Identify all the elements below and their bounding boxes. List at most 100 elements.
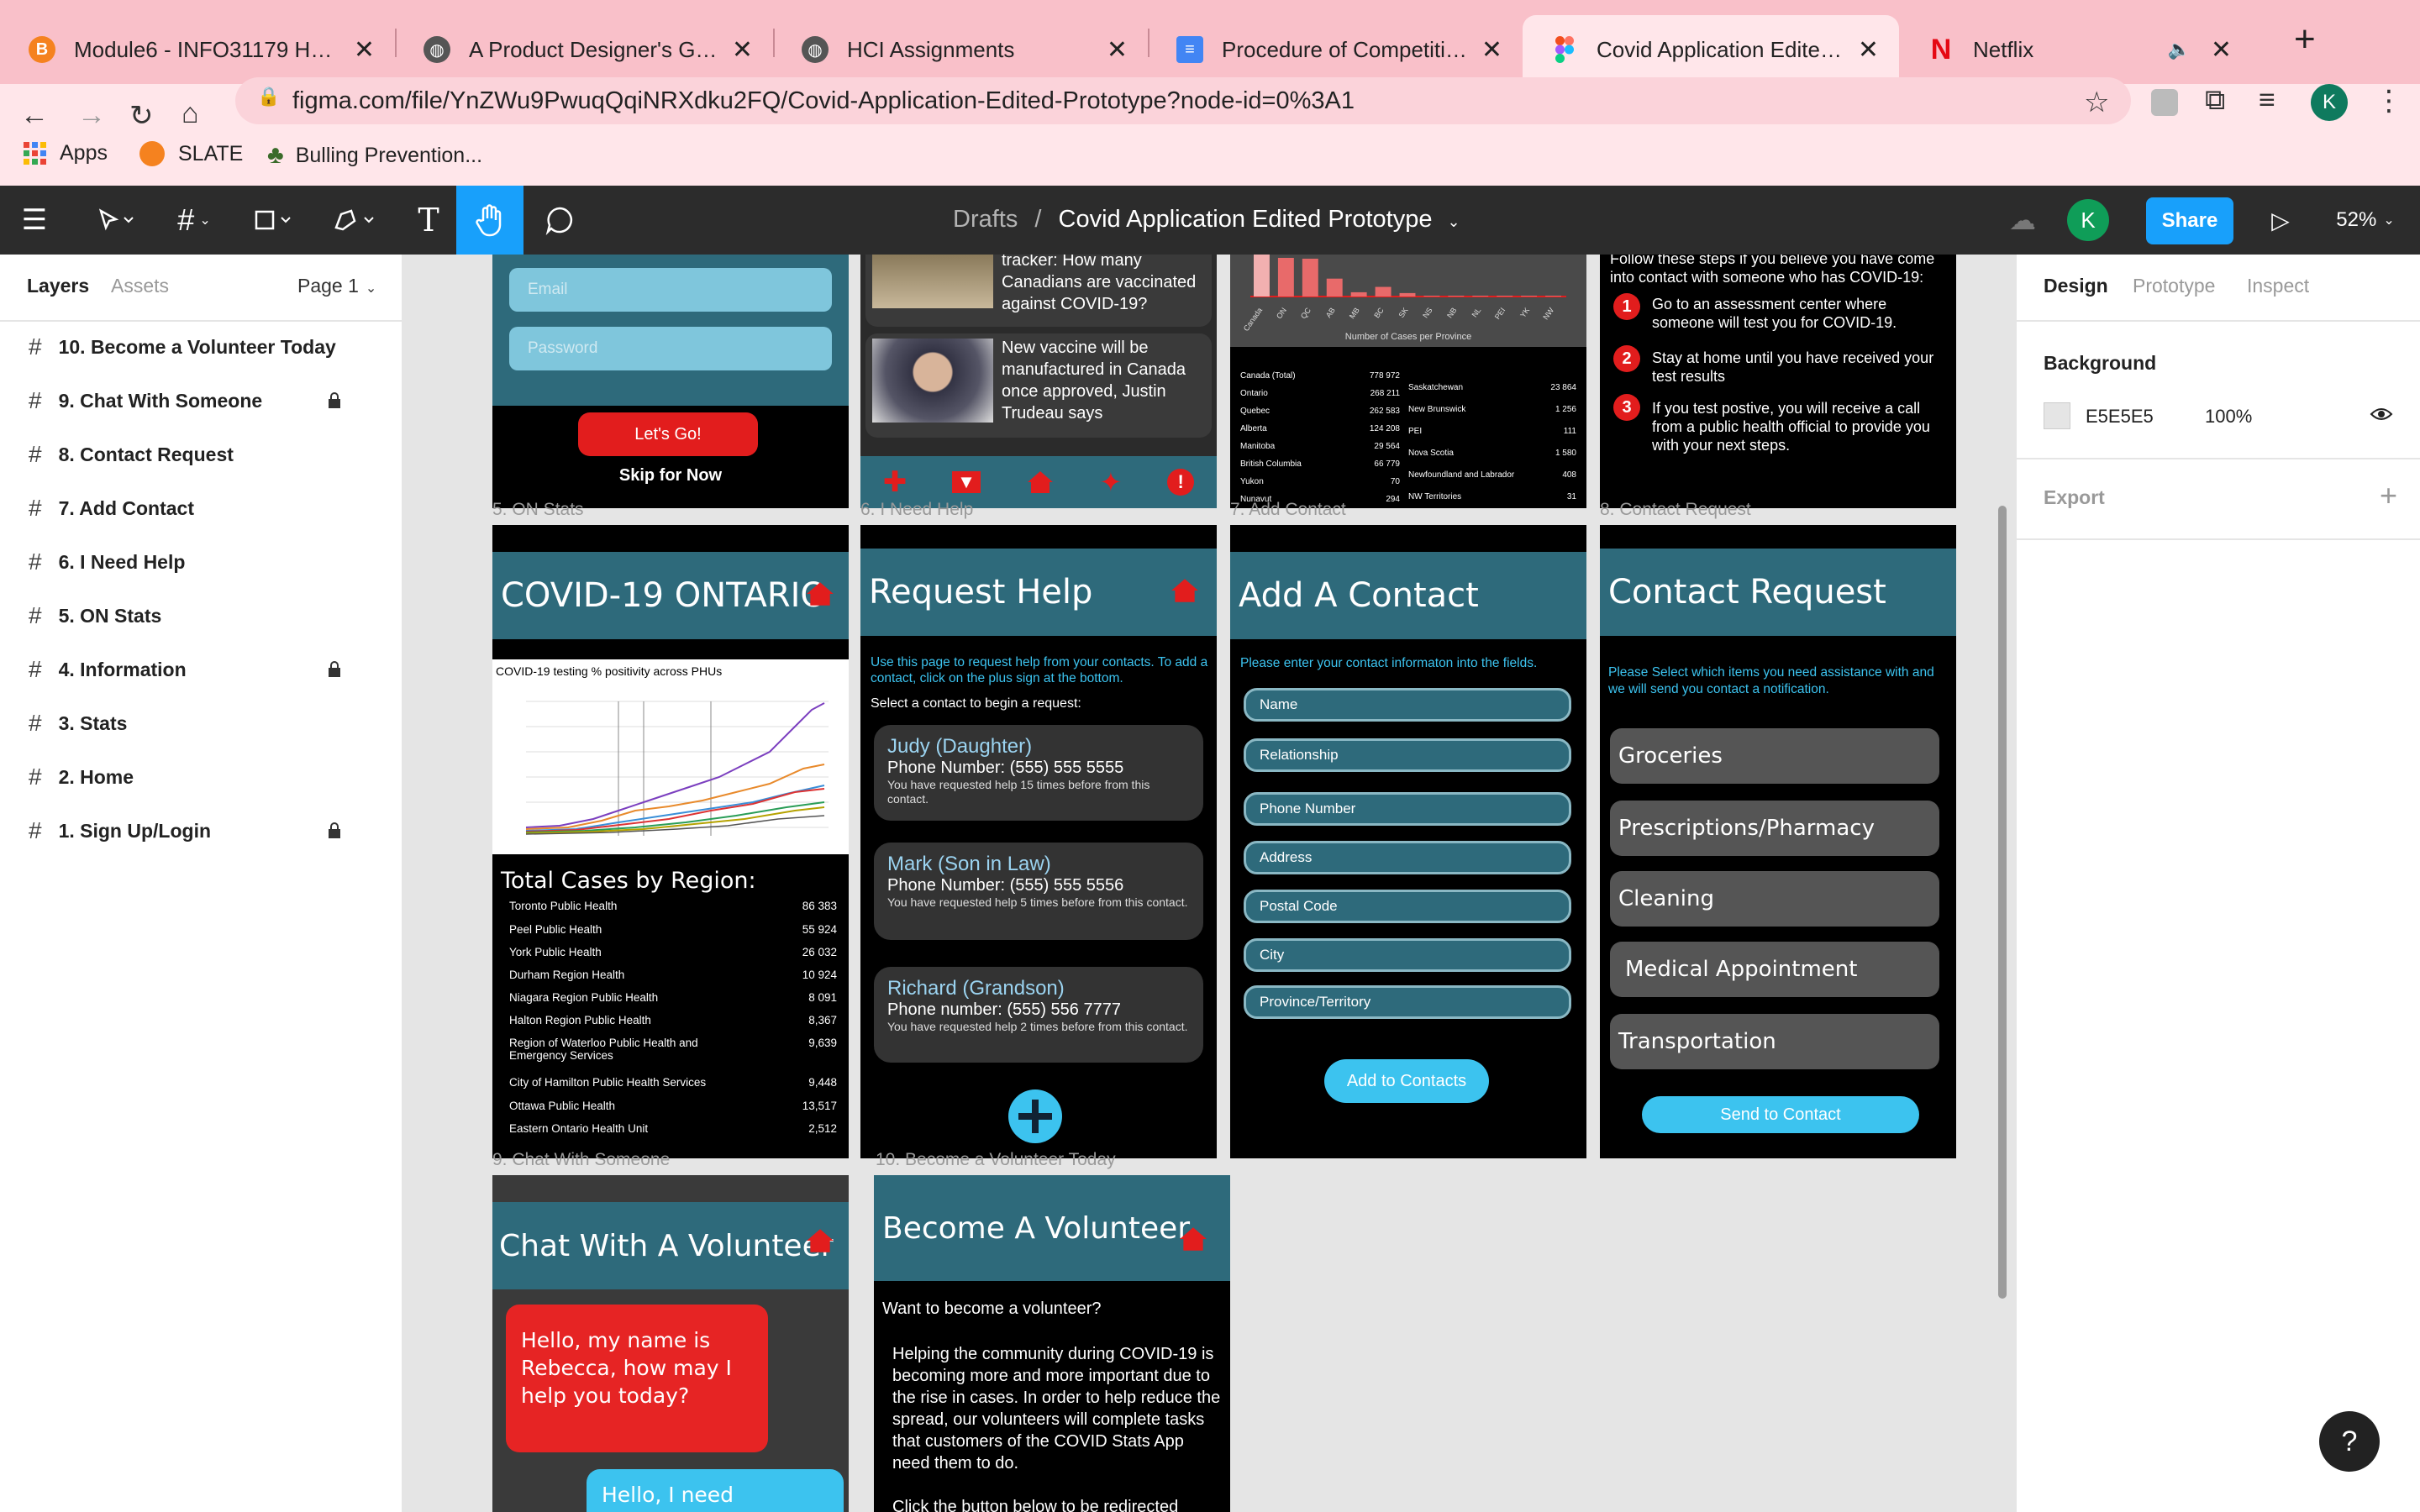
main-menu-icon[interactable]: ☰: [12, 186, 57, 255]
layer-item[interactable]: #8. Contact Request: [29, 438, 234, 471]
design-canvas[interactable]: Email Password Let's Go! Skip for Now tr…: [403, 255, 2015, 1512]
browser-tab-active[interactable]: Covid Application Edited Pro ✕: [1523, 15, 1899, 84]
frame-label[interactable]: 7. Add Contact: [1230, 500, 1346, 520]
eye-visibility-icon[interactable]: [2370, 402, 2393, 426]
background-opacity-input[interactable]: 100%: [2205, 406, 2252, 428]
bookmark-slate[interactable]: SLATE: [139, 141, 243, 166]
alert-icon[interactable]: !: [1167, 469, 1195, 496]
option-pharmacy[interactable]: Prescriptions/Pharmacy: [1610, 801, 1939, 856]
home-icon[interactable]: [805, 1227, 835, 1254]
contact-card[interactable]: Richard (Grandson) Phone number: (555) 5…: [874, 967, 1203, 1063]
frame-label[interactable]: 5. ON Stats: [492, 500, 584, 520]
bookmark-apps[interactable]: Apps: [24, 141, 108, 165]
relationship-field[interactable]: Relationship: [1244, 738, 1571, 772]
frame-become-volunteer[interactable]: Become A Volunteer Want to become a volu…: [874, 1175, 1230, 1512]
zoom-dropdown[interactable]: 52% ⌄: [2328, 186, 2403, 255]
frame-label[interactable]: 9. Chat With Someone: [492, 1150, 670, 1170]
profile-avatar[interactable]: K: [2311, 84, 2348, 121]
file-title[interactable]: Covid Application Edited Prototype: [1059, 206, 1433, 233]
frame-information[interactable]: tracker: How many Canadians are vaccinat…: [860, 255, 1217, 508]
browser-tab[interactable]: ◍ A Product Designer's Guide ✕: [395, 15, 773, 84]
postal-code-field[interactable]: Postal Code: [1244, 890, 1571, 923]
browser-tab[interactable]: ◍ HCI Assignments ✕: [773, 15, 1148, 84]
layer-item[interactable]: #3. Stats: [29, 706, 127, 740]
forward-arrow-icon[interactable]: →: [77, 99, 106, 132]
address-field[interactable]: Address: [1244, 841, 1571, 874]
bookmark-bulling[interactable]: ♣ Bulling Prevention...: [267, 141, 482, 170]
canvas-scrollbar[interactable]: [1998, 506, 2007, 1299]
chrome-menu-icon[interactable]: ⋮: [2375, 84, 2403, 118]
lock-icon[interactable]: 🔒: [257, 86, 280, 108]
home-icon[interactable]: [805, 580, 835, 607]
maple-leaf-icon[interactable]: ✦: [1100, 466, 1123, 498]
close-tab-icon[interactable]: ✕: [732, 35, 753, 65]
close-tab-icon[interactable]: ✕: [1107, 35, 1128, 65]
cross-icon[interactable]: ✚: [883, 465, 908, 499]
background-color-swatch[interactable]: [2044, 402, 2070, 429]
user-avatar[interactable]: K: [2067, 199, 2109, 241]
browser-tab[interactable]: N Netflix 🔈 ✕: [1899, 15, 2252, 84]
extension-icon[interactable]: [2151, 89, 2178, 116]
phone-number-field[interactable]: Phone Number: [1244, 792, 1571, 826]
option-transportation[interactable]: Transportation: [1610, 1014, 1939, 1069]
province-field[interactable]: Province/Territory: [1244, 985, 1571, 1019]
layer-item[interactable]: #7. Add Contact: [29, 491, 194, 525]
tab-inspect[interactable]: Inspect: [2247, 275, 2309, 297]
hand-tool-icon[interactable]: [456, 186, 523, 255]
frame-contact-request[interactable]: Contact Request Please Select which item…: [1600, 525, 1956, 1158]
breadcrumb-drafts[interactable]: Drafts: [953, 206, 1018, 233]
option-groceries[interactable]: Groceries: [1610, 728, 1939, 784]
help-button[interactable]: ?: [2319, 1411, 2380, 1472]
layer-item[interactable]: #6. I Need Help: [29, 545, 185, 579]
puzzle-icon[interactable]: ⧉: [2205, 84, 2225, 117]
layer-item[interactable]: #4. Information: [29, 653, 340, 686]
add-to-contacts-button[interactable]: Add to Contacts: [1324, 1059, 1489, 1103]
tab-design[interactable]: Design: [2044, 275, 2108, 297]
house-icon[interactable]: [1026, 470, 1055, 495]
bookmark-star-icon[interactable]: ☆: [2084, 86, 2109, 119]
comment-tool-icon[interactable]: [534, 186, 585, 255]
close-tab-icon[interactable]: ✕: [354, 35, 375, 65]
shield-icon[interactable]: ▼: [952, 471, 981, 493]
frame-add-contact[interactable]: Add A Contact Please enter your contact …: [1230, 525, 1586, 1158]
file-breadcrumb[interactable]: Drafts / Covid Application Edited Protot…: [953, 206, 1460, 234]
option-medical-appointment[interactable]: Medical Appointment: [1610, 942, 1939, 997]
speaker-icon[interactable]: 🔈: [2167, 39, 2190, 60]
page-selector[interactable]: Page 1 ⌄: [297, 275, 376, 297]
frame-label[interactable]: 10. Become a Volunteer Today: [876, 1150, 1116, 1170]
present-play-icon[interactable]: ▷: [2262, 186, 2299, 255]
layer-item[interactable]: #2. Home: [29, 760, 134, 794]
home-icon[interactable]: [1178, 1226, 1208, 1252]
frame-label[interactable]: 6. I Need Help: [860, 500, 973, 520]
frame-on-stats[interactable]: COVID-19 ONTARIO COVID-19 testing % posi…: [492, 525, 849, 1158]
layer-item[interactable]: #9. Chat With Someone: [29, 384, 340, 417]
option-cleaning[interactable]: Cleaning: [1610, 871, 1939, 927]
frame-sign-up-login[interactable]: Email Password Let's Go! Skip for Now: [492, 255, 849, 508]
tab-prototype[interactable]: Prototype: [2133, 275, 2215, 297]
layer-item[interactable]: #5. ON Stats: [29, 599, 161, 633]
frame-chat-with-someone[interactable]: Chat With A Volunteer Hello, my name is …: [492, 1175, 849, 1512]
reload-icon[interactable]: ↻: [129, 99, 154, 133]
frame-label[interactable]: 8. Contact Request: [1600, 500, 1751, 520]
email-field[interactable]: Email: [509, 268, 832, 312]
media-control-icon[interactable]: ≡: [2259, 84, 2275, 117]
cloud-upload-icon[interactable]: ☁: [2000, 186, 2045, 255]
tab-layers[interactable]: Layers: [27, 275, 89, 297]
close-tab-icon[interactable]: ✕: [1858, 35, 1879, 65]
home-icon[interactable]: [1170, 577, 1200, 604]
url-text[interactable]: figma.com/file/YnZWu9PwuqQqiNRXdku2FQ/Co…: [292, 87, 1355, 115]
city-field[interactable]: City: [1244, 938, 1571, 972]
share-button[interactable]: Share: [2146, 197, 2233, 244]
browser-tab[interactable]: B Module6 - INFO31179 Human ✕: [0, 15, 395, 84]
home-icon[interactable]: ⌂: [182, 97, 199, 130]
layer-item[interactable]: #10. Become a Volunteer Today: [29, 330, 336, 364]
password-field[interactable]: Password: [509, 327, 832, 370]
close-tab-icon[interactable]: ✕: [1481, 35, 1502, 65]
back-arrow-icon[interactable]: ←: [20, 99, 49, 132]
lock-icon[interactable]: [328, 661, 341, 678]
close-tab-icon[interactable]: ✕: [2211, 35, 2232, 65]
add-contact-plus-icon[interactable]: [1008, 1089, 1062, 1143]
name-field[interactable]: Name: [1244, 688, 1571, 722]
chevron-down-icon[interactable]: ⌄: [1448, 213, 1460, 230]
frame-information-steps[interactable]: Follow these steps if you believe you ha…: [1600, 255, 1956, 508]
